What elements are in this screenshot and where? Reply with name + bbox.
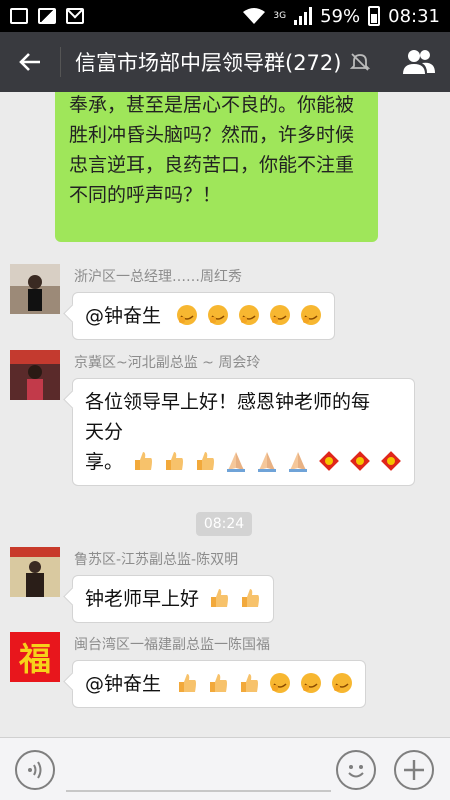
network-type: 3G <box>273 10 287 21</box>
avatar[interactable] <box>10 264 60 314</box>
message-text: 天分 <box>85 421 124 443</box>
status-bar: 3G 59% 08:31 <box>0 0 450 32</box>
message-bubble[interactable]: @钟奋生 <box>72 660 367 708</box>
message-bubble[interactable]: 各位领导早上好！感恩钟老师的每 天分 享。 <box>72 378 416 486</box>
group-members-icon[interactable] <box>402 47 436 77</box>
message-text: @钟奋生 <box>85 305 162 327</box>
avatar[interactable] <box>10 350 60 400</box>
fu-blessing-emoji-icon <box>350 451 371 471</box>
thumbs-up-emoji-icon <box>210 674 228 692</box>
battery-icon <box>368 6 381 26</box>
pray-emoji-icon <box>227 452 246 472</box>
fu-blessing-emoji-icon <box>319 451 340 471</box>
message-text: 享。 <box>85 451 124 473</box>
fu-blessing-emoji-icon <box>381 451 402 471</box>
message-bubble[interactable]: @钟奋生 <box>72 292 336 340</box>
grin-emoji-icon <box>301 305 322 325</box>
own-message-bubble[interactable]: 奉承，甚至是居心不良的。你能被 胜利冲昏头脑吗？然而，许多时候 忠言逆耳，良药苦… <box>55 92 378 242</box>
chat-header: 信富市场部中层领导群(272) <box>0 32 450 92</box>
voice-input-button[interactable] <box>15 750 55 790</box>
mute-bell-icon <box>350 53 371 71</box>
back-arrow-icon <box>19 53 40 71</box>
thumbs-up-emoji-icon <box>135 452 153 470</box>
message-bubble[interactable]: 钟老师早上好 <box>72 575 275 623</box>
sender-name: 浙沪区一总经理……周红秀 <box>74 269 242 285</box>
emoji-button[interactable] <box>336 750 376 790</box>
thumbs-up-emoji-icon <box>241 674 259 692</box>
message-text: 各位领导早上好！感恩钟老师的每 <box>85 391 371 413</box>
grin-emoji-icon <box>177 305 198 325</box>
timestamp-divider: 08:24 <box>196 512 252 536</box>
grin-emoji-icon <box>270 305 291 325</box>
plus-icon <box>404 760 424 780</box>
avatar[interactable] <box>10 547 60 597</box>
wifi-icon <box>243 8 266 24</box>
sender-name: 鲁苏区-江苏副总监-陈双明 <box>74 552 239 568</box>
avatar[interactable]: 福 <box>10 632 60 682</box>
chat-area[interactable]: 奉承，甚至是居心不良的。你能被 胜利冲昏头脑吗？然而，许多时候 忠言逆耳，良药苦… <box>0 92 450 737</box>
clipboard-notification-icon <box>10 8 28 24</box>
own-message-line: 胜利冲昏头脑吗？然而，许多时候 <box>69 124 355 146</box>
own-message-line: 忠言逆耳，良药苦口，你能不注重 <box>69 154 355 176</box>
back-button[interactable] <box>0 32 60 92</box>
grin-emoji-icon <box>270 673 291 693</box>
sender-name: 京冀区~河北副总监 ~ 周会玲 <box>74 355 261 371</box>
thumbs-up-emoji-icon <box>242 589 260 607</box>
thumbs-up-emoji-icon <box>166 452 184 470</box>
message-text: 钟老师早上好 <box>85 588 200 610</box>
battery-percent: 59% <box>320 5 361 27</box>
grin-emoji-icon <box>301 673 322 693</box>
own-message-line: 不同的呼声吗？！ <box>69 184 222 206</box>
sender-name: 闽台湾区一福建副总监一陈国福 <box>74 637 270 653</box>
header-divider <box>60 47 61 77</box>
clock: 08:31 <box>388 5 440 27</box>
signal-icon <box>294 7 313 25</box>
grin-emoji-icon <box>208 305 229 325</box>
chat-title: 信富市场部中层领导群(272) <box>75 51 342 75</box>
image-notification-icon <box>38 8 56 24</box>
pray-emoji-icon <box>258 452 277 472</box>
grin-emoji-icon <box>239 305 260 325</box>
more-button[interactable] <box>394 750 434 790</box>
smiley-icon <box>348 765 364 778</box>
input-bar <box>0 737 450 800</box>
thumbs-up-emoji-icon <box>179 674 197 692</box>
message-input[interactable] <box>66 790 331 792</box>
thumbs-up-emoji-icon <box>197 452 215 470</box>
message-text: @钟奋生 <box>85 673 162 695</box>
own-message-line: 奉承，甚至是居心不良的。你能被 <box>69 94 355 116</box>
pray-emoji-icon <box>289 452 308 472</box>
mail-notification-icon <box>66 8 84 24</box>
grin-emoji-icon <box>332 673 353 693</box>
voice-icon <box>28 761 42 779</box>
thumbs-up-emoji-icon <box>211 589 229 607</box>
